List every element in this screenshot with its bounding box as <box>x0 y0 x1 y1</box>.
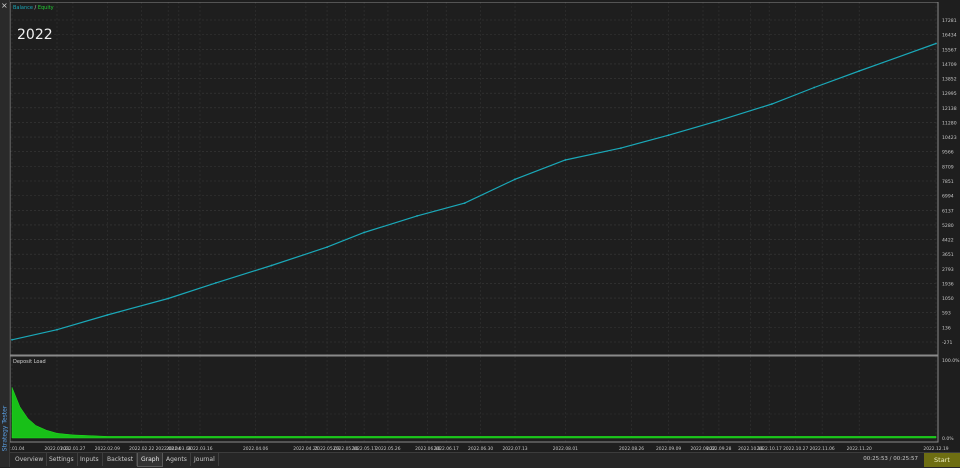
balance-point <box>514 178 516 181</box>
y-tick-label: 9566 <box>942 150 954 156</box>
tab-overview[interactable]: Overview <box>12 453 48 466</box>
balance-point <box>416 215 418 217</box>
tab-inputs[interactable]: Inputs <box>77 453 103 466</box>
y-tick-label: 4422 <box>942 238 954 244</box>
balance-point <box>771 103 773 105</box>
balance-point <box>56 328 58 331</box>
y-tick-label: 11280 <box>942 120 957 126</box>
balance-point <box>270 264 273 267</box>
y-tick-label: 15567 <box>942 47 957 53</box>
balance-point <box>167 297 170 300</box>
y-tick-label: 2793 <box>942 267 954 273</box>
y-tick-label: 16434 <box>942 33 957 39</box>
tab-graph[interactable]: Graph <box>137 453 164 467</box>
elapsed-timer: 00:25:53 / 00:25:57 <box>863 456 918 462</box>
strategy-tester-title: Strategy Tester <box>1 405 9 452</box>
chart-area: Balance / Equity 2022 Deposit Load -271 1… <box>0 1 960 452</box>
y-tick-label: 17281 <box>942 18 957 24</box>
y-tick-label: 12138 <box>942 106 957 112</box>
balance-point <box>215 282 217 284</box>
tester-sidebar: × Strategy Tester <box>0 0 10 467</box>
tab-agents[interactable]: Agents <box>163 453 191 466</box>
load-y-tick-label: 0.0% <box>942 436 954 442</box>
balance-point <box>326 246 328 249</box>
tester-tab-bar: Overview Settings Inputs Backtest Graph … <box>10 452 960 468</box>
start-button[interactable]: Start <box>924 453 960 467</box>
y-tick-label: 6137 <box>942 208 954 214</box>
close-icon[interactable]: × <box>1 2 8 10</box>
y-tick-label: 1936 <box>942 281 954 287</box>
balance-point <box>813 86 816 89</box>
tab-backtest[interactable]: Backtest <box>104 453 138 466</box>
tab-journal[interactable]: Journal <box>191 453 219 466</box>
y-tick-label: 593 <box>942 311 951 317</box>
balance-point <box>106 314 109 316</box>
backtest-chart: Balance / Equity 2022 Deposit Load -271 1… <box>0 1 960 452</box>
balance-point <box>564 159 567 161</box>
balance-point <box>11 338 13 341</box>
y-tick-label: 10423 <box>942 135 957 141</box>
y-tick-label: -271 <box>942 340 953 346</box>
balance-point <box>363 231 365 234</box>
balance-point <box>620 147 622 150</box>
balance-point <box>718 119 720 122</box>
y-tick-label: 12995 <box>942 91 957 97</box>
y-tick-label: 13852 <box>942 77 957 83</box>
balance-point <box>858 70 861 72</box>
balance-point <box>463 202 466 205</box>
legend-balance: Balance <box>13 5 33 11</box>
y-tick-label: 5280 <box>942 223 954 229</box>
y-tick-label: 14709 <box>942 62 957 68</box>
tab-settings[interactable]: Settings <box>46 453 78 466</box>
year-label: 2022 <box>17 27 53 43</box>
legend-equity: Equity <box>38 5 54 11</box>
y-tick-label: 8709 <box>942 164 954 170</box>
load-y-tick-label: 100.0% <box>942 358 960 364</box>
chart-background <box>10 2 960 452</box>
y-tick-label: 3651 <box>942 252 954 258</box>
y-tick-label: 1050 <box>942 296 954 302</box>
y-tick-label: 136 <box>942 325 951 331</box>
balance-point <box>935 42 937 45</box>
y-tick-label: 7851 <box>942 179 954 185</box>
balance-point <box>667 134 670 137</box>
legend: Balance / Equity <box>13 5 54 11</box>
y-tick-label: 6994 <box>942 194 954 200</box>
deposit-load-title: Deposit Load <box>13 359 46 365</box>
